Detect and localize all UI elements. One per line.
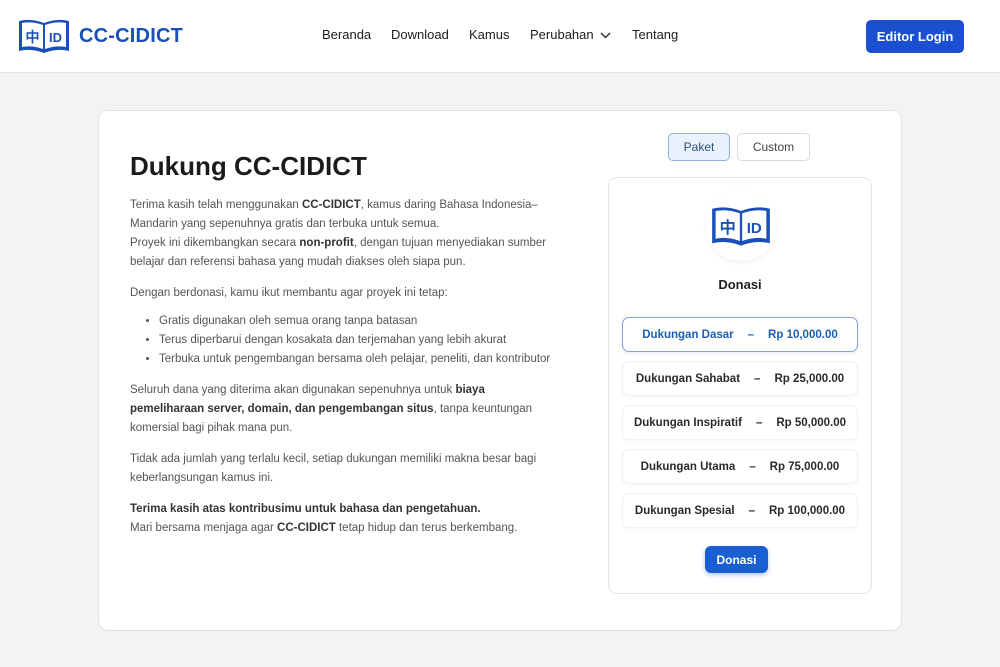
nav-beranda[interactable]: Beranda: [322, 27, 371, 42]
tier-name: Dukungan Utama: [640, 460, 736, 473]
nav-download[interactable]: Download: [391, 27, 449, 42]
tier-name: Dukungan Dasar: [642, 328, 734, 341]
donate-paragraph: Dengan berdonasi, kamu ikut membantu aga…: [130, 287, 448, 299]
tier-spesial[interactable]: Dukungan Spesial – Rp 100,000.00: [622, 493, 858, 528]
chevron-down-icon: [600, 32, 611, 39]
tab-paket[interactable]: Paket: [668, 133, 730, 161]
main-nav: Beranda Download Kamus Perubahan Tentang: [0, 27, 1000, 47]
tier-name: Dukungan Spesial: [634, 504, 735, 517]
tier-sahabat[interactable]: Dukungan Sahabat – Rp 25,000.00: [622, 361, 858, 396]
tier-dasar[interactable]: Dukungan Dasar – Rp 10,000.00: [622, 317, 858, 352]
nav-perubahan-label: Perubahan: [530, 27, 594, 42]
nav-perubahan[interactable]: Perubahan: [530, 27, 611, 42]
benefit-list: Gratis digunakan oleh semua orang tanpa …: [130, 312, 555, 369]
nav-tentang[interactable]: Tentang: [632, 27, 678, 42]
list-item: Gratis digunakan oleh semua orang tanpa …: [159, 312, 555, 331]
donation-title: Donasi: [718, 277, 762, 292]
tier-amount: Rp 25,000.00: [774, 372, 845, 385]
editor-login-button[interactable]: Editor Login: [866, 20, 964, 53]
tier-separator: –: [748, 504, 755, 517]
tier-separator: –: [754, 372, 761, 385]
book-logo-icon: 中 ID: [712, 207, 770, 246]
list-item: Terus diperbarui dengan kosakata dan ter…: [159, 331, 555, 350]
donation-tabs: Paket Custom: [668, 133, 810, 161]
icon-glyph-right: ID: [747, 220, 762, 237]
donation-panel: 中 ID Donasi Dukungan Dasar – Rp 10,000.00 …: [608, 177, 872, 594]
tier-separator: –: [749, 460, 756, 473]
list-item: Terbuka untuk pengembangan bersama oleh …: [159, 350, 555, 369]
donasi-button[interactable]: Donasi: [705, 546, 768, 573]
tier-separator: –: [747, 328, 755, 341]
top-header: 中 ID CC-CIDICT Beranda Download Kamus Pe…: [0, 0, 1000, 73]
tier-separator: –: [755, 416, 763, 429]
tier-name: Dukungan Sahabat: [635, 372, 741, 385]
tier-amount: Rp 100,000.00: [769, 504, 846, 517]
amount-paragraph: Tidak ada jumlah yang terlalu kecil, set…: [130, 453, 537, 484]
tier-name: Dukungan Inspiratif: [633, 416, 742, 429]
tier-amount: Rp 10,000.00: [768, 328, 838, 341]
tier-amount: Rp 75,000.00: [769, 460, 840, 473]
page-title: Dukung CC-CIDICT: [130, 151, 367, 181]
funds-paragraph: Seluruh dana yang diterima akan digunaka…: [130, 384, 533, 434]
tab-custom[interactable]: Custom: [737, 133, 810, 161]
tier-inspiratif[interactable]: Dukungan Inspiratif – Rp 50,000.00: [622, 405, 858, 440]
support-content: Dukung CC-CIDICT Terima kasih telah meng…: [130, 151, 555, 538]
tier-amount: Rp 50,000.00: [776, 416, 847, 429]
tier-utama[interactable]: Dukungan Utama – Rp 75,000.00: [622, 449, 858, 484]
nav-kamus[interactable]: Kamus: [469, 27, 509, 42]
icon-glyph-left: 中: [720, 218, 736, 237]
intro-paragraph: Terima kasih telah menggunakan CC-CIDICT…: [130, 199, 547, 268]
thanks-paragraph: Terima kasih atas kontribusimu untuk bah…: [130, 503, 518, 534]
donation-icon-badge: 中 ID: [706, 191, 776, 261]
support-card: Dukung CC-CIDICT Terima kasih telah meng…: [98, 110, 902, 631]
